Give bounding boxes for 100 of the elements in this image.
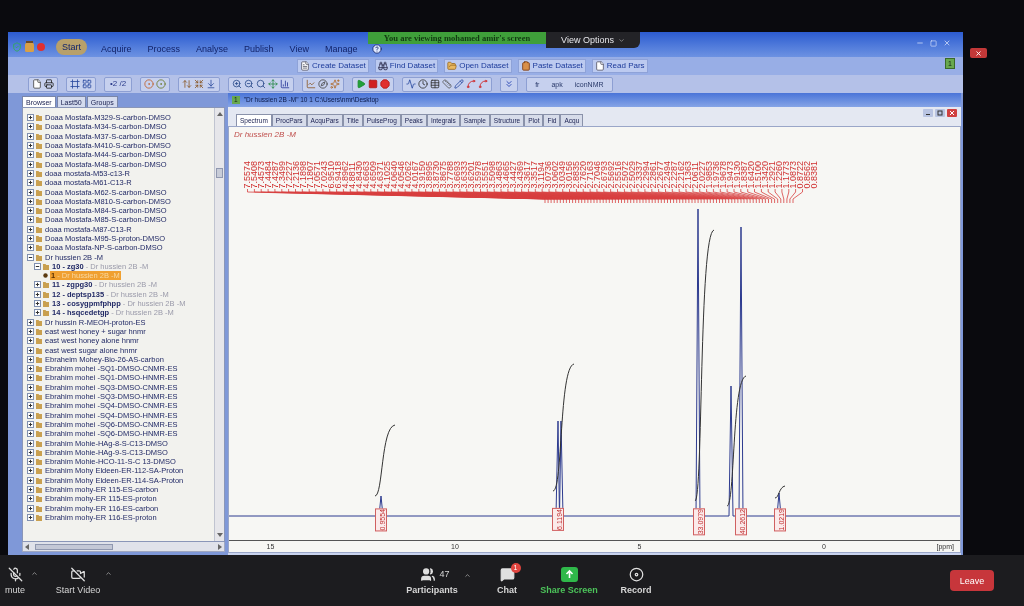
participants-button[interactable]: 47 Participants [402,566,462,595]
expand-icon[interactable] [27,393,34,401]
expand-icon[interactable] [27,327,34,335]
download-icon[interactable] [206,79,217,89]
expand-icon[interactable] [27,383,34,391]
expand-icon[interactable] [27,337,34,345]
expand-icon[interactable] [34,290,41,298]
ruler-icon[interactable] [442,79,453,89]
octagon-icon[interactable] [380,79,391,89]
menu-item[interactable]: Acquire [99,43,134,55]
expand-icon[interactable] [27,179,34,187]
caret-up-icon[interactable] [31,569,38,577]
expand-icon[interactable] [27,235,34,242]
pulse-icon[interactable] [406,79,417,89]
document-icon[interactable] [32,79,42,89]
collapse-icon[interactable] [27,253,34,261]
menu-item[interactable]: Start [56,39,87,55]
search-icon[interactable] [256,79,267,89]
bar-chart-icon[interactable] [280,79,291,89]
leave-button[interactable]: Leave [950,570,994,591]
menu-item[interactable]: View [287,43,311,55]
toolbar-button[interactable]: Paste Dataset [517,59,586,73]
scrollbar-thumb[interactable] [216,168,223,178]
horizontal-scrollbar[interactable] [22,542,225,552]
toolbar-button[interactable]: Find Dataset [374,59,439,73]
expand-icon[interactable] [27,160,34,168]
expand-icon[interactable] [27,476,34,484]
grid-icon[interactable] [82,79,92,89]
start-video-button[interactable]: Start Video [52,566,104,595]
expand-icon[interactable] [27,188,34,196]
zoom-in-icon[interactable] [232,79,243,89]
expand-icon[interactable] [34,300,41,308]
expand-icon[interactable] [27,346,34,354]
toolbar-button[interactable]: Create Dataset [297,59,369,73]
expand-icon[interactable] [27,411,34,419]
scroll-right-icon[interactable] [218,543,222,550]
expand-icon[interactable] [27,197,34,205]
expand-icon[interactable] [34,281,41,289]
expand-icon[interactable] [27,374,34,382]
caret-down-icon[interactable] [617,36,625,44]
pencil-icon[interactable] [454,79,465,89]
expand-icon[interactable] [27,495,34,503]
scrollbar-thumb[interactable] [35,543,113,550]
expand-icon[interactable] [27,207,34,215]
menu-item[interactable]: Publish [242,43,276,55]
compass-icon[interactable] [318,79,329,89]
table-icon[interactable] [430,79,441,89]
expand-icon[interactable] [27,123,34,131]
expand-icon[interactable] [27,430,34,438]
expand-icon[interactable] [27,420,34,428]
close-icon[interactable] [947,109,957,117]
expand-icon[interactable] [27,225,34,233]
mute-button[interactable]: mute [0,566,30,595]
view-options-button[interactable]: View Options [546,32,640,48]
curve-icon[interactable] [478,79,489,89]
menu-item[interactable]: Manage [322,43,360,55]
scroll-up-icon[interactable] [216,112,223,116]
frame-icon[interactable] [70,79,80,89]
chat-bubble-icon[interactable] [499,566,515,582]
expand-icon[interactable] [27,402,34,410]
caret-up-icon[interactable] [105,569,112,577]
clipboard-icon[interactable] [520,61,531,71]
menu-item[interactable]: Process [145,43,183,55]
maximize-icon[interactable] [935,109,945,117]
expand-icon[interactable] [27,114,34,122]
arrows-icon[interactable] [182,79,193,89]
page-icon[interactable] [594,61,605,71]
people-icon[interactable] [420,566,437,582]
curve-icon[interactable] [466,79,477,89]
binoculars-icon[interactable] [377,61,388,71]
expand-icon[interactable] [27,486,34,493]
expand-icon[interactable] [27,151,34,159]
expand-icon[interactable] [34,309,41,317]
expand-icon[interactable] [27,355,34,363]
expand-icon[interactable] [27,169,34,177]
help-icon[interactable] [371,44,382,54]
record-button[interactable]: Record [619,566,653,595]
minimize-icon[interactable] [923,109,933,117]
zoom-out-icon[interactable] [244,79,255,89]
expand-icon[interactable] [27,216,34,224]
scroll-left-icon[interactable] [25,543,29,550]
expand-icon[interactable] [27,504,34,512]
expand-icon[interactable] [27,458,34,466]
expand-icon[interactable] [27,365,34,373]
expand-icon[interactable] [27,132,34,140]
close-icon[interactable] [943,39,951,47]
shrink-icon[interactable] [194,79,205,89]
clock-icon[interactable] [418,79,429,89]
video-off-icon[interactable] [70,566,86,582]
mic-off-icon[interactable] [7,566,23,582]
expand-icon[interactable] [27,439,34,447]
expand-icon[interactable] [27,318,34,326]
collapse-icon[interactable] [34,262,41,270]
scroll-down-icon[interactable] [216,533,223,537]
expand-icon[interactable] [27,448,34,456]
document-icon[interactable] [300,61,310,71]
expand-icon[interactable] [27,142,34,150]
printer-icon[interactable] [44,79,54,89]
menu-item[interactable]: Analyse [194,43,231,55]
toolbar-button[interactable]: Open Dataset [444,59,512,73]
